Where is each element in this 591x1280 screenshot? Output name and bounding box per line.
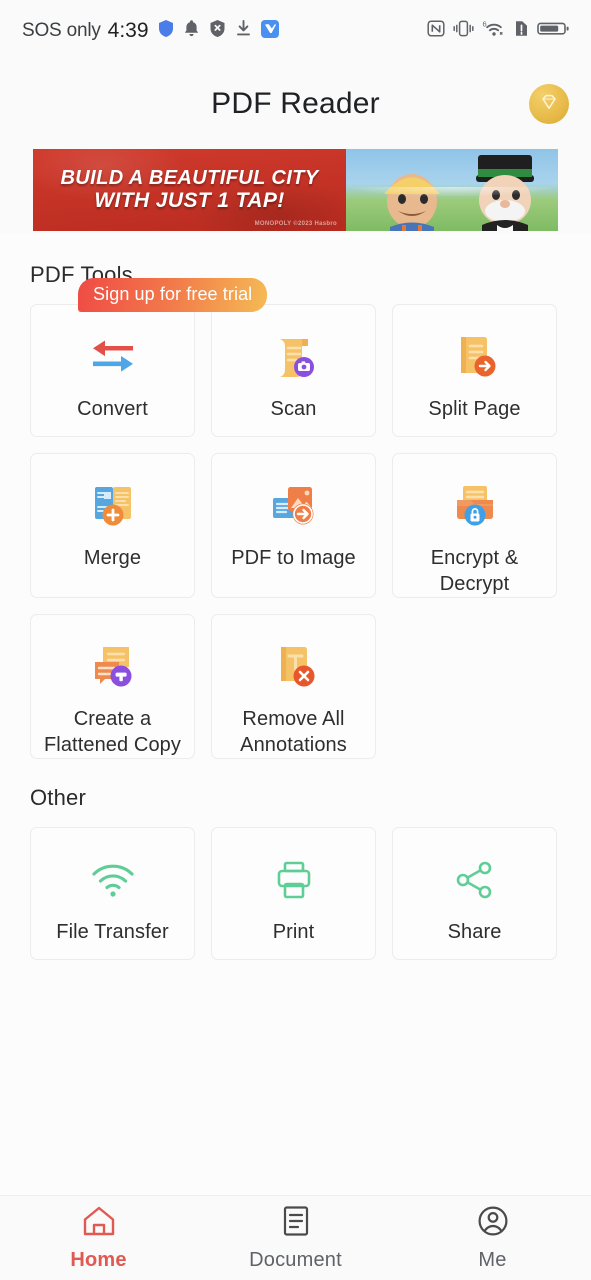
status-bar-left: SOS only 4:39 xyxy=(22,19,279,43)
tool-label: Split Page xyxy=(428,398,521,420)
flatten-copy-icon xyxy=(87,641,139,693)
nav-label: Document xyxy=(249,1248,342,1271)
ad-banner-inner[interactable]: BUILD A BEAUTIFUL CITY WITH JUST 1 TAP! … xyxy=(33,149,558,231)
app-badge-icon xyxy=(260,19,279,43)
convert-arrows-icon xyxy=(87,331,139,383)
ad-banner[interactable]: BUILD A BEAUTIFUL CITY WITH JUST 1 TAP! … xyxy=(0,146,591,234)
nav-item-me[interactable]: Me xyxy=(394,1205,591,1272)
clock-label: 4:39 xyxy=(107,19,149,42)
remove-annotations-icon xyxy=(268,641,320,693)
pdf-tools-grid: Sign up for free trial Convert Scan Spli… xyxy=(30,278,561,760)
tool-card-pdf-to-image[interactable]: PDF to Image xyxy=(211,453,376,599)
tool-card-merge[interactable]: Merge xyxy=(30,453,195,599)
status-bar-right: 6 xyxy=(427,19,569,43)
download-icon xyxy=(235,19,252,43)
nav-label: Me xyxy=(478,1248,507,1271)
merge-plus-icon xyxy=(87,480,139,532)
status-bar: SOS only 4:39 6 xyxy=(0,0,591,62)
tool-label: Share xyxy=(447,921,502,944)
tool-card-encrypt-decrypt[interactable]: Encrypt & Decrypt xyxy=(392,453,557,599)
scan-camera-icon xyxy=(268,331,320,383)
document-icon xyxy=(280,1205,312,1242)
person-icon xyxy=(477,1205,509,1242)
vibrate-icon xyxy=(453,19,474,43)
tool-card-scan[interactable]: Scan xyxy=(211,304,376,437)
shield-icon xyxy=(158,19,174,43)
tool-card-remove-annotations[interactable]: Remove All Annotations xyxy=(211,614,376,760)
tool-label: Remove All Annotations xyxy=(240,708,347,756)
nav-label: Home xyxy=(70,1248,127,1271)
premium-vip-button[interactable] xyxy=(529,84,569,124)
tool-label: Encrypt & Decrypt xyxy=(430,547,519,595)
wifi-6-icon: 6 xyxy=(482,19,506,43)
main-content: PDF Tools Sign up for free trial Convert xyxy=(0,234,591,1195)
svg-text:6: 6 xyxy=(483,20,487,29)
bottom-navigation: Home Document Me xyxy=(0,1195,591,1280)
wifi-icon xyxy=(89,854,137,906)
app-screen: SOS only 4:39 6 PDF Reader BUILD A BEAUT… xyxy=(0,0,591,1280)
tool-grid-empty-slot xyxy=(392,614,557,759)
tool-label: Merge xyxy=(83,547,142,569)
tool-label: Convert xyxy=(77,398,148,420)
carrier-label: SOS only xyxy=(22,20,101,41)
tool-card-convert[interactable]: Convert xyxy=(30,304,195,437)
tool-card-flattened-copy[interactable]: Create a Flattened Copy xyxy=(30,614,195,760)
free-trial-badge[interactable]: Sign up for free trial xyxy=(78,278,268,312)
ad-headline-line1: BUILD A BEAUTIFUL CITY xyxy=(60,167,319,190)
page-title: PDF Reader xyxy=(211,87,380,120)
home-icon xyxy=(82,1205,116,1242)
diamond-icon xyxy=(538,91,560,118)
other-heading: Other xyxy=(30,785,87,811)
nav-item-home[interactable]: Home xyxy=(0,1205,197,1272)
tool-label: Scan xyxy=(270,398,317,420)
shield-x-icon xyxy=(209,19,226,43)
tool-label: Print xyxy=(272,921,315,944)
encrypt-lock-icon xyxy=(449,480,501,532)
nav-item-document[interactable]: Document xyxy=(197,1205,394,1272)
tool-card-file-transfer[interactable]: File Transfer xyxy=(30,827,195,961)
app-header: PDF Reader xyxy=(0,62,591,146)
bell-icon xyxy=(183,19,200,43)
pdf-to-image-icon xyxy=(268,480,320,532)
tool-card-split-page[interactable]: Split Page xyxy=(392,304,557,437)
tool-label: Create a Flattened Copy xyxy=(43,708,182,756)
ad-artwork xyxy=(346,149,558,231)
battery-icon xyxy=(537,19,569,43)
sim-alert-icon xyxy=(514,19,529,43)
printer-icon xyxy=(270,854,318,906)
nfc-icon xyxy=(427,19,445,43)
ad-text-panel: BUILD A BEAUTIFUL CITY WITH JUST 1 TAP! … xyxy=(33,149,346,231)
ad-legal-text: MONOPOLY ©2023 Hasbro xyxy=(254,221,337,227)
tool-label: File Transfer xyxy=(56,921,169,944)
ad-headline-line2: WITH JUST 1 TAP! xyxy=(94,189,285,213)
tool-card-print[interactable]: Print xyxy=(211,827,376,961)
other-grid: File Transfer Print Share xyxy=(30,827,561,961)
tool-label: PDF to Image xyxy=(231,547,356,569)
split-page-icon xyxy=(449,331,501,383)
tool-card-share[interactable]: Share xyxy=(392,827,557,961)
share-nodes-icon xyxy=(453,854,497,906)
